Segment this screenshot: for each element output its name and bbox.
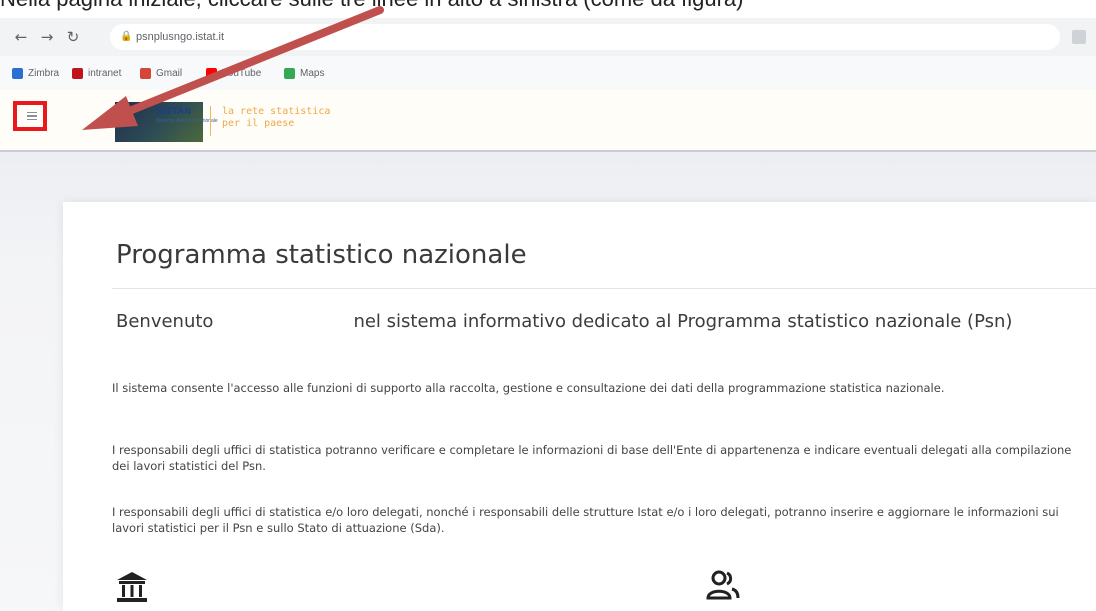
bookmark-zimbra[interactable]: Zimbra — [12, 66, 59, 80]
tagline: la rete statistica per il paese — [222, 106, 330, 130]
browser-toolbar: ← → ↻ 🔒 psnplusngo.istat.it — [0, 18, 1096, 57]
gmail-icon — [140, 67, 151, 79]
document-caption: Nella pagina iniziale, cliccare sulle tr… — [0, 0, 1096, 14]
intro-paragraph: Il sistema consente l'accesso alle funzi… — [112, 381, 945, 395]
welcome-prefix: Benvenuto — [116, 311, 214, 332]
title-divider — [112, 288, 1096, 289]
logo-divider — [210, 106, 211, 136]
bookmark-gmail[interactable]: Gmail — [140, 66, 182, 80]
logo-subtext: Sistema statistico nazionale — [156, 118, 218, 124]
bookmark-intranet[interactable]: intranet — [72, 66, 121, 80]
welcome-suffix: nel sistema informativo dedicato al Prog… — [353, 311, 1013, 332]
bookmarks-bar: Zimbra intranet Gmail YouTube Maps — [0, 56, 1096, 91]
extension-icon[interactable] — [1072, 30, 1086, 44]
maps-icon — [284, 67, 295, 79]
responsibles-paragraph: I responsabili degli uffici di statistic… — [112, 443, 1072, 473]
address-bar[interactable]: 🔒 psnplusngo.istat.it — [110, 24, 1060, 50]
welcome-message: Benvenuto nel sistema informativo dedicat… — [116, 310, 1086, 334]
logo-text: SISTAN — [156, 106, 192, 116]
bookmark-youtube[interactable]: YouTube — [206, 66, 261, 80]
youtube-icon — [206, 67, 217, 79]
zimbra-icon — [12, 67, 23, 79]
tagline-line-1: la rete statistica — [222, 106, 331, 117]
lock-icon: 🔒 — [120, 31, 133, 42]
users-icon[interactable] — [705, 568, 741, 604]
institution-icon[interactable] — [115, 570, 149, 604]
forward-icon[interactable]: → — [36, 26, 58, 48]
page-title: Programma statistico nazionale — [116, 240, 527, 270]
delegates-paragraph: I responsabili degli uffici di statistic… — [112, 505, 1059, 535]
bookmark-maps[interactable]: Maps — [284, 66, 324, 80]
back-icon[interactable]: ← — [10, 26, 32, 48]
reload-icon[interactable]: ↻ — [62, 26, 84, 48]
address-bar-url: psnplusngo.istat.it — [136, 31, 225, 43]
tagline-line-2: per il paese — [222, 118, 295, 129]
menu-highlight-box — [13, 101, 47, 131]
intranet-icon — [72, 67, 83, 79]
app-header: SISTAN Sistema statistico nazionale la r… — [0, 90, 1096, 152]
